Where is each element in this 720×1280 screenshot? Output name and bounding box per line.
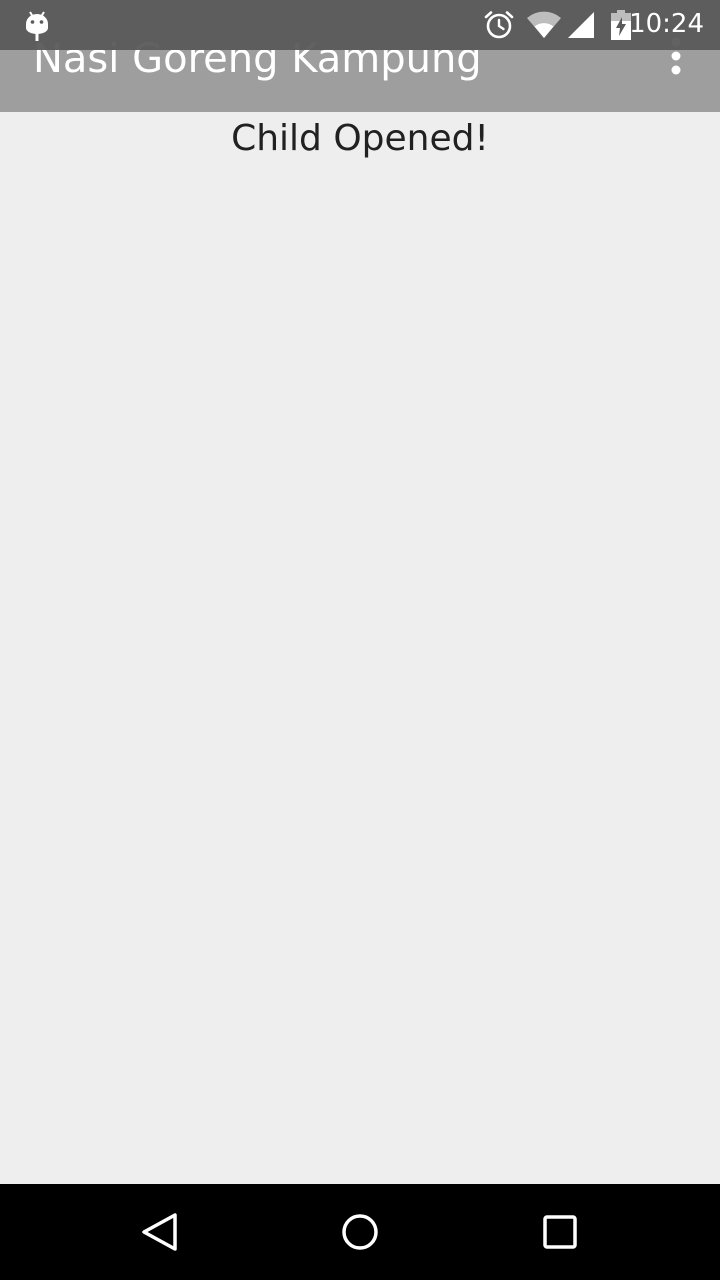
home-icon — [342, 1214, 378, 1250]
home-button[interactable] — [330, 1202, 390, 1262]
child-opened-message: Child Opened! — [231, 118, 489, 159]
android-icon — [26, 11, 48, 41]
status-bar: 10:24 — [0, 0, 720, 50]
alarm-icon — [484, 11, 514, 39]
back-icon — [142, 1213, 177, 1251]
status-time: 10:24 — [629, 9, 704, 39]
content-area: Child Opened! — [0, 112, 720, 1184]
recents-icon — [543, 1215, 577, 1249]
wifi-icon — [527, 11, 561, 38]
back-button[interactable] — [130, 1202, 190, 1262]
recents-button[interactable] — [530, 1202, 590, 1262]
signal-icon — [568, 12, 594, 38]
navigation-bar — [0, 1184, 720, 1280]
screen: Nasi Goreng Kampung 10:24 Child Opened! — [0, 0, 720, 1280]
